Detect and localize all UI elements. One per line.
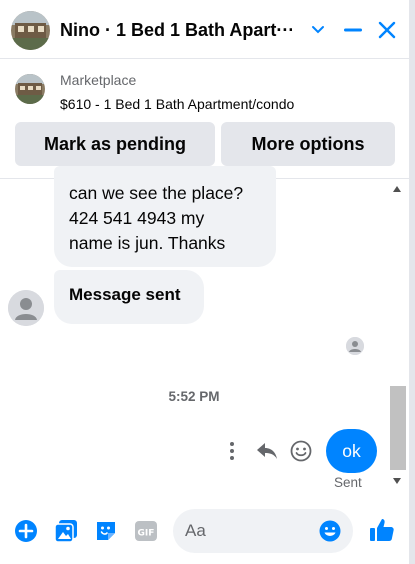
svg-text:GIF: GIF <box>138 529 155 539</box>
sender-avatar[interactable] <box>8 290 44 326</box>
scroll-down-arrow-icon[interactable] <box>393 478 401 484</box>
thumbs-up-icon[interactable] <box>369 517 395 543</box>
gif-icon[interactable]: GIF <box>133 518 159 544</box>
more-options-button[interactable]: More options <box>221 122 395 166</box>
scroll-up-arrow-icon[interactable] <box>393 186 401 192</box>
chat-title[interactable]: Nino · 1 Bed 1 Bath Apart··· <box>60 20 292 41</box>
reply-icon[interactable] <box>256 440 278 462</box>
listing-photo[interactable] <box>15 74 45 104</box>
sent-message-bubble: ok <box>326 429 377 473</box>
photo-icon[interactable] <box>53 518 79 544</box>
message-line: name is jun. Thanks <box>69 233 226 253</box>
header-divider <box>0 58 409 59</box>
message-line: 424 541 4943 my <box>69 208 205 228</box>
house-photo-avatar[interactable] <box>11 11 50 50</box>
message-input[interactable]: Aa <box>173 509 353 553</box>
chat-header: Nino · 1 Bed 1 Bath Apart··· <box>0 0 409 62</box>
chevron-down-icon[interactable] <box>305 17 331 43</box>
message-input-placeholder: Aa <box>185 521 206 540</box>
sent-status: Sent <box>334 475 362 490</box>
close-icon[interactable] <box>374 17 400 43</box>
scrollbar-thumb[interactable] <box>390 386 406 470</box>
message-sent-bubble: Message sent <box>54 270 204 324</box>
react-emoji-icon[interactable] <box>290 440 312 462</box>
listing-title[interactable]: $610 - 1 Bed 1 Bath Apartment/condo <box>60 96 294 112</box>
minus-icon[interactable] <box>340 17 366 43</box>
message-line: can we see the place? <box>69 183 244 203</box>
plus-circle-icon[interactable] <box>13 518 39 544</box>
more-vertical-icon[interactable] <box>221 440 243 462</box>
emoji-icon[interactable] <box>318 519 342 543</box>
mark-as-pending-button[interactable]: Mark as pending <box>15 122 215 166</box>
marketplace-label: Marketplace <box>60 72 137 88</box>
received-message-bubble: can we see the place? 424 541 4943 my na… <box>54 166 276 267</box>
seen-indicator-avatar <box>346 337 364 355</box>
message-timestamp: 5:52 PM <box>168 389 220 404</box>
window-edge <box>409 0 415 564</box>
sticker-icon[interactable] <box>93 518 119 544</box>
